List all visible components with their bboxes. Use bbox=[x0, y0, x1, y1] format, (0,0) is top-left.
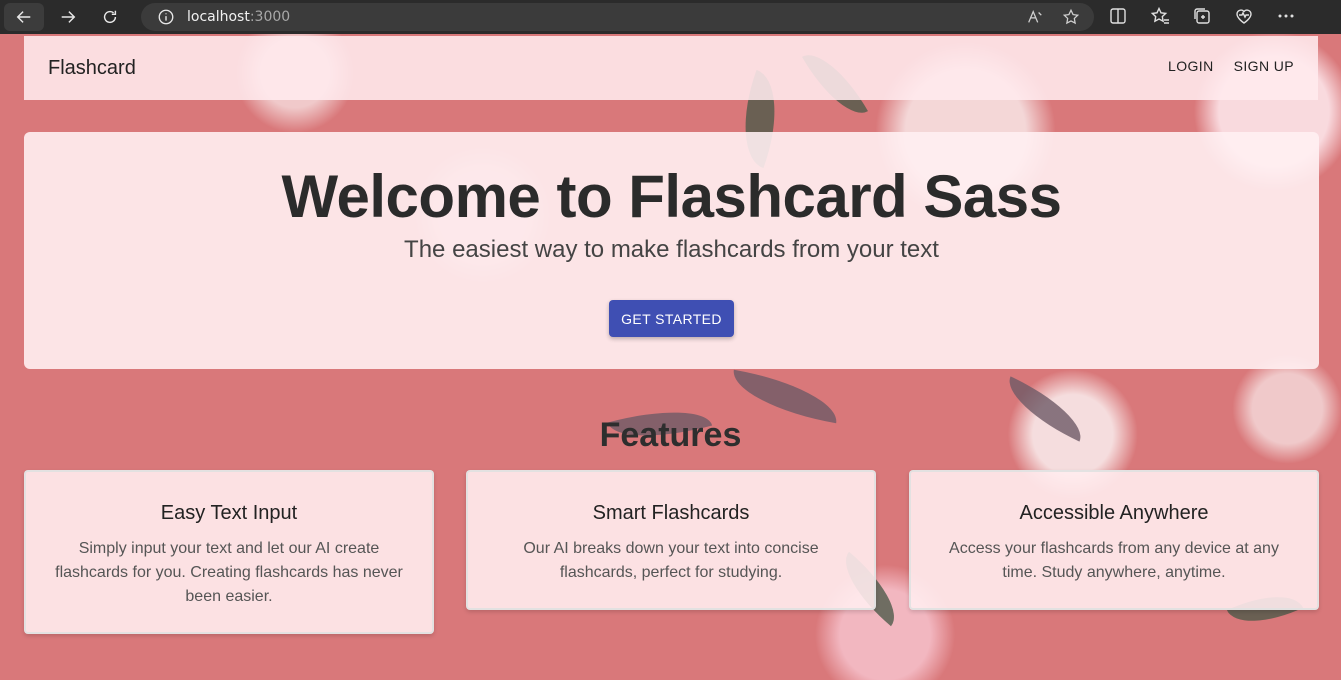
feature-title: Easy Text Input bbox=[160, 502, 298, 524]
back-button[interactable] bbox=[4, 3, 44, 31]
feature-title: Smart Flashcards bbox=[592, 502, 750, 524]
hero-section: Welcome to Flashcard Sass The easiest wa… bbox=[24, 132, 1319, 369]
address-bar[interactable]: localhost:3000 bbox=[141, 3, 1094, 31]
feature-card-easy-text-input: Easy Text Input Simply input your text a… bbox=[24, 470, 434, 634]
favorites-icon[interactable] bbox=[1150, 6, 1170, 26]
feature-card-accessible-anywhere: Accessible Anywhere Access your flashcar… bbox=[909, 470, 1319, 610]
feature-title: Accessible Anywhere bbox=[1019, 502, 1209, 524]
refresh-button[interactable] bbox=[92, 3, 128, 31]
get-started-button[interactable]: GET STARTED bbox=[609, 300, 734, 337]
split-screen-icon[interactable] bbox=[1108, 6, 1128, 26]
browser-essentials-icon[interactable] bbox=[1234, 6, 1254, 26]
info-icon[interactable] bbox=[157, 8, 175, 26]
favorite-star-icon[interactable] bbox=[1062, 8, 1080, 26]
feature-description: Our AI breaks down your text into concis… bbox=[523, 540, 819, 581]
features-heading: Features bbox=[599, 416, 742, 454]
hero-subtitle: The easiest way to make flashcards from … bbox=[404, 236, 939, 263]
login-button[interactable]: LOGIN bbox=[1168, 58, 1214, 74]
page-background: Flashcard LOGIN SIGN UP Welcome to Flash… bbox=[0, 34, 1341, 680]
feature-description: Simply input your text and let our AI cr… bbox=[55, 540, 403, 605]
nav-links: LOGIN SIGN UP bbox=[1168, 58, 1294, 74]
url-port: :3000 bbox=[249, 9, 291, 25]
forward-icon bbox=[61, 11, 76, 23]
read-aloud-icon[interactable] bbox=[1026, 8, 1044, 26]
forward-button[interactable] bbox=[50, 3, 86, 31]
brand-logo-text[interactable]: Flashcard bbox=[48, 57, 136, 80]
browser-toolbar: localhost:3000 bbox=[0, 0, 1341, 34]
back-icon bbox=[16, 11, 31, 23]
hero-title: Welcome to Flashcard Sass bbox=[281, 163, 1062, 230]
sign-up-button[interactable]: SIGN UP bbox=[1234, 58, 1294, 74]
refresh-icon bbox=[103, 10, 117, 24]
feature-card-smart-flashcards: Smart Flashcards Our AI breaks down your… bbox=[466, 470, 876, 610]
collections-icon[interactable] bbox=[1192, 6, 1212, 26]
app-bar: Flashcard LOGIN SIGN UP bbox=[24, 36, 1318, 100]
url-text[interactable]: localhost:3000 bbox=[187, 9, 290, 25]
url-host: localhost bbox=[187, 9, 250, 25]
feature-description: Access your flashcards from any device a… bbox=[949, 540, 1279, 581]
more-icon[interactable] bbox=[1276, 6, 1296, 26]
